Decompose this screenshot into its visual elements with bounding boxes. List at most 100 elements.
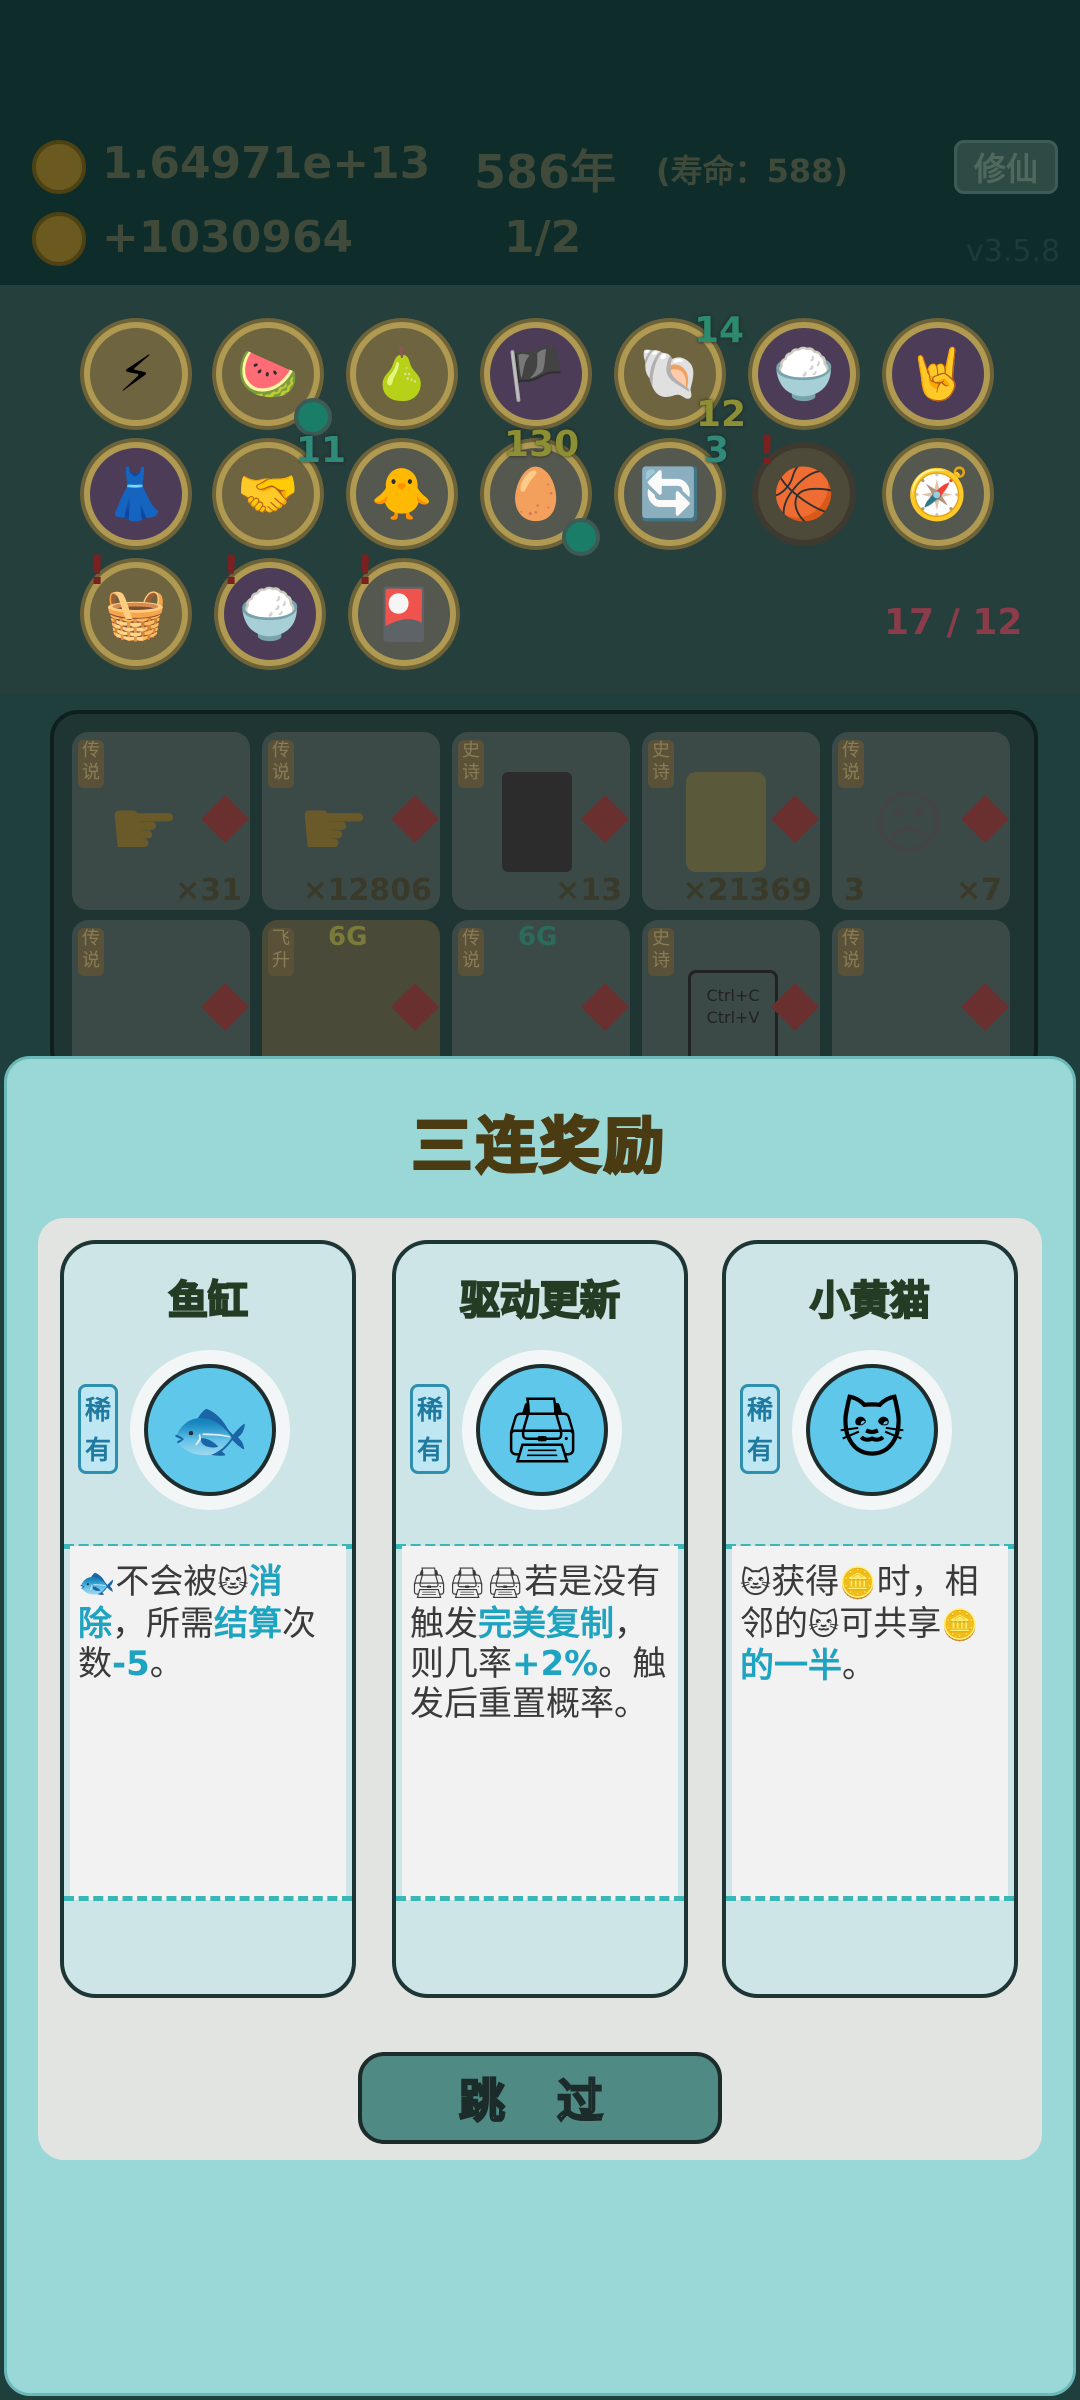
rock-hand-icon[interactable]: 🤘 <box>886 322 990 426</box>
rice-bowls-icon[interactable]: 🍚 <box>752 322 856 426</box>
card-description: 🖨🖨🖨若是没有触发完美复制，则几率+2%。触发后重置概率。 <box>410 1562 668 1724</box>
pointing-hand-icon: ☛ <box>108 782 180 875</box>
board-card[interactable]: 史诗 ×13 <box>452 732 630 910</box>
cat-icon: 🐱 <box>808 1608 840 1643</box>
desc-highlight: 完美复制 <box>478 1604 614 1644</box>
level-badge: 6G <box>518 922 558 952</box>
lightning-icon[interactable]: ⚡ <box>84 322 188 426</box>
old-man-face-icon: ☹ <box>872 782 945 864</box>
vending-machine-icon <box>686 772 766 872</box>
card-count: ×21369 <box>682 873 812 908</box>
coin-icon: 🪙 <box>839 1566 877 1601</box>
card-title: 小黄猫 <box>809 1277 931 1325</box>
slot-ratio: 17 / 12 <box>884 602 1023 643</box>
card-level: 3 <box>844 873 865 908</box>
board-card[interactable]: 史诗 ×21369 <box>642 732 820 910</box>
fortune-diamond-icon <box>390 982 440 1032</box>
stage-progress: 1/2 <box>504 212 582 263</box>
coin-icon <box>32 140 86 194</box>
divider <box>396 1896 684 1901</box>
card-tag: 史诗 <box>648 740 674 788</box>
board-card[interactable]: 传说 ☛ ×12806 <box>262 732 440 910</box>
printer-warning-icon: 🖨 <box>476 1364 608 1496</box>
alert-mark-icon: ! <box>222 548 241 594</box>
fortune-diamond-icon <box>580 982 630 1032</box>
desc-text: 获得 <box>771 1562 840 1602</box>
card-tag: 飞升 <box>268 928 294 976</box>
card-tag: 传说 <box>78 740 104 788</box>
level-badge: 6G <box>328 922 368 952</box>
server-rack-icon <box>502 772 572 872</box>
cat-icon: 🐱 <box>740 1566 772 1601</box>
fish-bowl-icon: 🐟 <box>144 1364 276 1496</box>
seashell-count: 14 <box>694 310 745 351</box>
ctrl-c-label: Ctrl+C <box>706 986 760 1005</box>
board-card[interactable]: 传说 ☛ ×31 <box>72 732 250 910</box>
fortune-diamond-icon <box>200 794 250 844</box>
card-tag: 传说 <box>268 740 294 788</box>
fortune-diamond-icon <box>770 982 820 1032</box>
eyepatch-icon[interactable]: 🏴 <box>484 322 588 426</box>
pomelo-icon[interactable]: 🍐 <box>350 322 454 426</box>
card-count: ×13 <box>555 873 622 908</box>
handshake-count: 11 <box>296 430 347 471</box>
card-tag: 传说 <box>838 928 864 976</box>
fortune-diamond-icon <box>390 794 440 844</box>
rarity-badge: 稀有 <box>78 1384 118 1474</box>
rarity-badge: 稀有 <box>740 1384 780 1474</box>
coin-rate-icon <box>32 212 86 266</box>
card-tag: 史诗 <box>458 740 484 788</box>
chick-egg-icon[interactable]: 🐥 <box>350 442 454 546</box>
card-icon-frame: 🐟 <box>130 1350 290 1510</box>
seashell-sub-count: 12 <box>696 394 747 435</box>
desc-highlight: 的一半 <box>740 1646 842 1686</box>
card-title: 驱动更新 <box>459 1277 621 1325</box>
desc-highlight: -5 <box>112 1644 150 1684</box>
board-card[interactable]: 传说 ☹ 3 ×7 <box>832 732 1010 910</box>
card-tag: 史诗 <box>648 928 674 976</box>
age-display: 586年 <box>474 145 617 199</box>
lifespan-display: (寿命：588) <box>656 152 849 190</box>
skirt-icon[interactable]: 👗 <box>84 442 188 546</box>
fortune-diamond-icon <box>960 794 1010 844</box>
card-count: ×31 <box>175 873 242 908</box>
coin-icon: 🪙 <box>941 1608 979 1643</box>
desc-highlight: +2% <box>512 1644 599 1684</box>
new-indicator-dot <box>562 518 600 556</box>
fish-icon: 🐟 <box>78 1566 116 1601</box>
egg-tray-count: 130 <box>504 424 580 465</box>
card-description: 🐱获得🪙时，相邻的🐱可共享🪙的一半。 <box>740 1562 998 1686</box>
compass-icon[interactable]: 🧭 <box>886 442 990 546</box>
desc-text: 。 <box>149 1644 184 1684</box>
printers-icon: 🖨🖨🖨 <box>410 1566 525 1601</box>
cat-icon: 🐱 <box>217 1566 249 1601</box>
desc-text: 。 <box>842 1646 876 1686</box>
card-count: ×7 <box>955 873 1002 908</box>
pointing-hand-icon: ☛ <box>298 782 370 875</box>
card-description: 🐟不会被🐱消除，所需结算次数-5。 <box>78 1562 336 1684</box>
card-count: ×12806 <box>302 873 432 908</box>
card-title: 鱼缸 <box>167 1277 249 1325</box>
desc-text: 可共享 <box>839 1604 942 1644</box>
divider <box>726 1896 1014 1901</box>
cultivate-button[interactable]: 修仙 <box>954 140 1058 194</box>
card-icon-frame: 🐱 <box>792 1350 952 1510</box>
rarity-badge: 稀有 <box>410 1384 450 1474</box>
card-icon-frame: 🖨 <box>462 1350 622 1510</box>
reward-card-driver-update[interactable]: 驱动更新 稀有 🖨 🖨🖨🖨若是没有触发完美复制，则几率+2%。触发后重置概率。 <box>392 1240 688 1998</box>
skip-button[interactable]: 跳 过 <box>358 2052 722 2144</box>
divider <box>64 1896 352 1901</box>
alert-mark-icon: ! <box>88 548 107 594</box>
card-tag: 传说 <box>78 928 104 976</box>
yellow-cats-icon: 🐱 <box>806 1364 938 1496</box>
coin-total: 1.64971e+13 <box>102 138 431 189</box>
reward-card-fishbowl[interactable]: 鱼缸 稀有 🐟 🐟不会被🐱消除，所需结算次数-5。 <box>60 1240 356 1998</box>
ctrl-v-label: Ctrl+V <box>706 1008 760 1027</box>
version-label: v3.5.8 <box>966 234 1061 269</box>
card-tag: 传说 <box>838 740 864 788</box>
alert-mark-icon: ! <box>758 428 777 474</box>
alert-mark-icon: ! <box>356 548 375 594</box>
refresh-cycle-count: 3 <box>704 430 730 471</box>
reward-card-yellow-cat[interactable]: 小黄猫 稀有 🐱 🐱获得🪙时，相邻的🐱可共享🪙的一半。 <box>722 1240 1018 1998</box>
coin-rate: +1030964 <box>102 212 354 263</box>
